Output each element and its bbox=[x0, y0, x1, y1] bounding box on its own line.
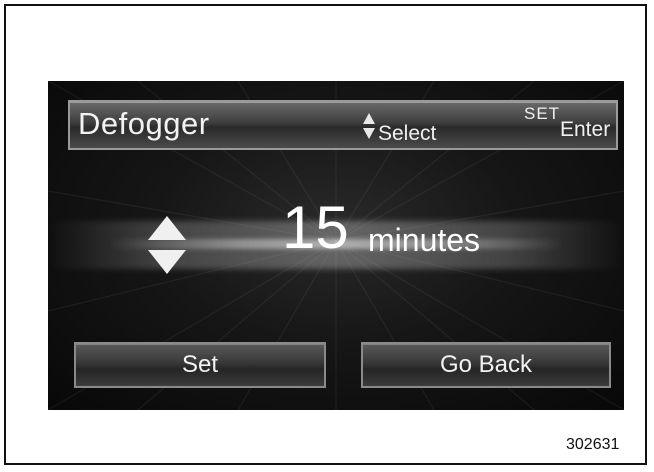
minutes-unit-label: minutes bbox=[368, 222, 481, 258]
set-button[interactable]: Set bbox=[74, 342, 326, 388]
enter-hint-label: Enter bbox=[560, 118, 611, 141]
screen-title: Defogger bbox=[78, 106, 210, 141]
up-down-arrows-icon bbox=[363, 113, 375, 139]
select-hint-label: Select bbox=[378, 122, 437, 145]
figure-frame: Defogger Select SET Enter 15 minutes Set… bbox=[4, 4, 647, 465]
defogger-minutes-value[interactable]: 15 bbox=[282, 198, 349, 258]
set-key-label: SET bbox=[524, 104, 561, 123]
header-bar: Defogger Select SET Enter bbox=[68, 100, 618, 150]
figure-number: 302631 bbox=[566, 436, 620, 453]
value-stepper-icon[interactable] bbox=[146, 214, 188, 276]
go-back-button[interactable]: Go Back bbox=[361, 342, 611, 388]
display-screen: Defogger Select SET Enter 15 minutes Set… bbox=[48, 81, 624, 410]
